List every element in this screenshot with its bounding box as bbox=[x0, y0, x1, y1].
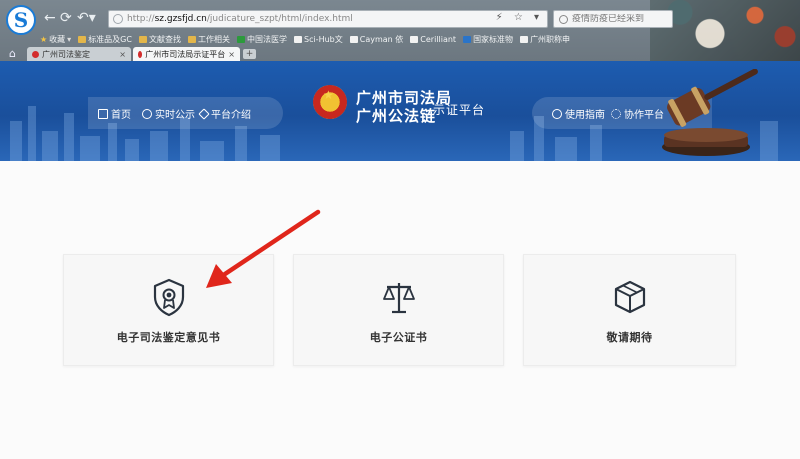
bookmark-item[interactable]: 中国法医学 bbox=[236, 34, 287, 45]
card-label: 敬请期待 bbox=[606, 331, 653, 344]
home-icon[interactable]: ⌂ bbox=[9, 47, 16, 60]
browser-chrome: S ← ⟳ ↶▾ http://sz.gzsfjd.cn/judicature_… bbox=[0, 0, 800, 61]
card-label: 电子司法鉴定意见书 bbox=[116, 331, 221, 344]
bookmark-item[interactable]: 广州职称申 bbox=[520, 34, 570, 45]
new-tab-button[interactable]: + bbox=[243, 49, 256, 59]
address-tools[interactable]: ⚡ ☆ ▾ bbox=[496, 12, 543, 23]
nav-realtime-publicity[interactable]: 实时公示 bbox=[142, 106, 195, 121]
address-bar[interactable]: http://sz.gzsfjd.cn/judicature_szpt/html… bbox=[108, 10, 548, 28]
card-coming-soon[interactable]: 敬请期待 bbox=[523, 254, 736, 366]
security-icon bbox=[113, 14, 123, 24]
doc-icon bbox=[410, 35, 419, 43]
national-emblem-icon bbox=[313, 85, 347, 119]
folder-icon bbox=[187, 35, 196, 43]
card-electronic-notarial-certificate[interactable]: 电子公证书 bbox=[293, 254, 504, 366]
doc-icon bbox=[520, 35, 529, 43]
url-path: /judicature_szpt/html/index.html bbox=[206, 14, 353, 24]
gavel-icon bbox=[662, 69, 758, 156]
close-icon[interactable]: × bbox=[228, 50, 235, 59]
refresh-icon[interactable]: ⟳ bbox=[60, 10, 72, 26]
star-icon: ★ bbox=[40, 34, 48, 44]
blue-icon bbox=[463, 35, 472, 43]
bookmark-item[interactable]: 国家标准物 bbox=[463, 34, 513, 45]
compass-icon bbox=[552, 108, 562, 119]
card-electronic-appraisal-opinion[interactable]: 电子司法鉴定意见书 bbox=[63, 254, 274, 366]
bookmark-item[interactable]: 文献查找 bbox=[138, 34, 181, 45]
card-label: 电子公证书 bbox=[369, 331, 428, 344]
tab-justice-bureau-platform[interactable]: 广州市司法局示证平台 × bbox=[133, 47, 240, 61]
close-icon[interactable]: × bbox=[119, 50, 126, 59]
main-content: 电子司法鉴定意见书 电子公证书 敬请期待 bbox=[0, 161, 800, 459]
folder-icon bbox=[138, 35, 147, 43]
browser-logo-icon[interactable]: S bbox=[6, 5, 36, 35]
scales-icon bbox=[382, 283, 415, 314]
search-input[interactable] bbox=[572, 14, 672, 24]
address-url[interactable]: http://sz.gzsfjd.cn/judicature_szpt/html… bbox=[127, 14, 353, 24]
site-header: 首页 实时公示 平台介绍 广州市司法局 广州公法链 示证平台 使用指南 协作平台 bbox=[0, 61, 800, 161]
home-icon bbox=[98, 108, 108, 119]
bookmarks-bar: ★ 收藏 ▾ 标准品及GC 文献查找 工作相关 中国法医学 Sci-Hub文 Cay… bbox=[40, 32, 570, 46]
layers-icon bbox=[198, 107, 210, 120]
doc-icon bbox=[349, 35, 358, 43]
nav-platform-intro[interactable]: 平台介绍 bbox=[198, 106, 251, 121]
search-box[interactable] bbox=[553, 10, 673, 28]
green-icon bbox=[236, 35, 245, 43]
bookmark-item[interactable]: Cayman 依 bbox=[349, 34, 403, 45]
bookmark-item[interactable]: 工作相关 bbox=[187, 34, 230, 45]
bookmark-favorites[interactable]: ★ 收藏 ▾ bbox=[40, 34, 71, 45]
bookmark-item[interactable]: Sci-Hub文 bbox=[293, 34, 343, 45]
clock-icon bbox=[142, 108, 152, 119]
shield-badge-icon bbox=[153, 278, 184, 317]
back-icon[interactable]: ← bbox=[44, 10, 56, 26]
tab-strip: ⌂ 广州司法鉴定 × 广州市司法局示证平台 × + bbox=[0, 46, 800, 61]
folder-icon bbox=[78, 35, 87, 43]
box-icon bbox=[614, 280, 645, 314]
nav-user-guide[interactable]: 使用指南 bbox=[552, 106, 605, 121]
favicon-icon bbox=[32, 50, 39, 58]
site-subtitle: 示证平台 bbox=[433, 103, 486, 117]
doc-icon bbox=[293, 35, 302, 43]
url-host: sz.gzsfjd.cn bbox=[154, 14, 207, 24]
share-icon bbox=[611, 108, 621, 119]
search-icon bbox=[559, 14, 568, 24]
favicon-icon bbox=[138, 50, 143, 58]
undo-icon[interactable]: ↶▾ bbox=[77, 10, 96, 26]
tab-judicial-appraisal[interactable]: 广州司法鉴定 × bbox=[27, 47, 131, 61]
bookmark-item[interactable]: Cerilliant bbox=[410, 35, 456, 44]
nav-home[interactable]: 首页 bbox=[98, 106, 131, 121]
url-protocol: http:// bbox=[127, 14, 155, 24]
bookmark-item[interactable]: 标准品及GC bbox=[78, 34, 132, 45]
